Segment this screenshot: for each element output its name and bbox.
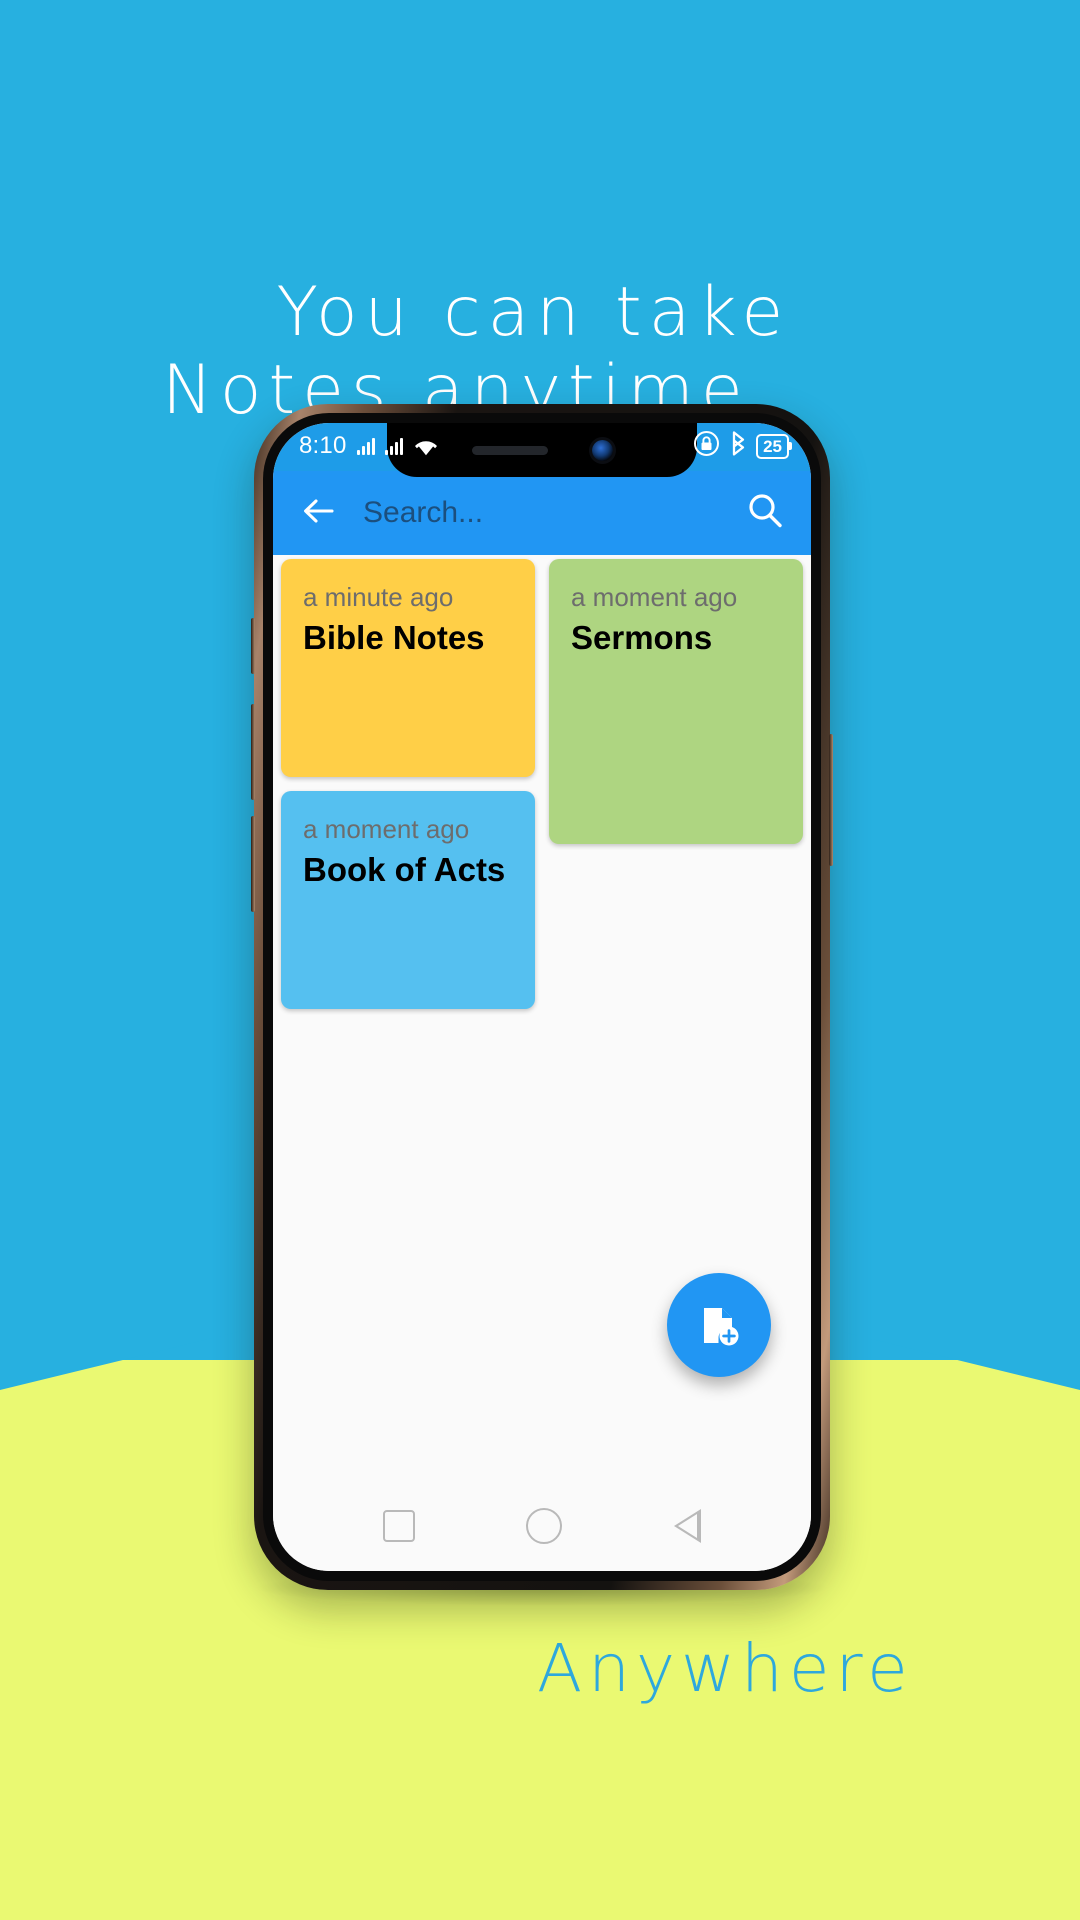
note-timestamp: a minute ago <box>303 582 454 612</box>
phone-mute-switch <box>251 618 255 674</box>
bluetooth-icon <box>728 430 748 463</box>
phone-volume-up-button <box>251 704 255 800</box>
triangle-back-icon[interactable] <box>674 1509 702 1543</box>
note-card[interactable]: a moment ago Book of Acts <box>281 791 535 1009</box>
app-bar: Search... <box>273 471 811 555</box>
android-nav-bar <box>273 1481 811 1571</box>
note-title: Book of Acts <box>303 851 506 888</box>
headline-line-1: You can take <box>276 273 791 352</box>
phone-volume-down-button <box>251 816 255 912</box>
note-card[interactable]: a moment ago Sermons <box>549 559 803 844</box>
add-note-fab[interactable] <box>667 1273 771 1377</box>
notes-column-right: a moment ago Sermons <box>549 559 803 844</box>
search-input[interactable]: Search... <box>363 496 719 530</box>
promo-poster: You can takeNotes anytime Anywhere 8:10 <box>0 0 1080 1920</box>
note-add-icon <box>704 1308 739 1346</box>
phone-mockup: 8:10 25 Search... a minute ago Bible Not… <box>251 404 833 1590</box>
status-bar-right: 25 <box>693 429 792 463</box>
notes-grid: a minute ago Bible Notes a moment ago Bo… <box>281 559 803 1009</box>
phone-power-button <box>829 734 833 866</box>
rotation-lock-icon <box>693 430 720 463</box>
note-timestamp: a moment ago <box>303 814 470 844</box>
notes-list: a minute ago Bible Notes a moment ago Bo… <box>273 555 811 1489</box>
note-title: Sermons <box>571 619 713 656</box>
wifi-icon <box>413 436 439 456</box>
arrow-left-icon[interactable] <box>299 492 337 535</box>
promo-footer-word: Anywhere <box>537 1630 914 1707</box>
earpiece-speaker <box>471 445 548 455</box>
note-timestamp: a moment ago <box>571 582 738 612</box>
circle-home-icon[interactable] <box>526 1508 563 1544</box>
note-card[interactable]: a minute ago Bible Notes <box>281 559 535 777</box>
square-recents-icon[interactable] <box>382 1510 415 1542</box>
notes-column-left: a minute ago Bible Notes a moment ago Bo… <box>281 559 535 1009</box>
phone-screen: 8:10 25 Search... a minute ago Bible Not… <box>273 423 811 1571</box>
status-bar: 8:10 25 <box>273 423 811 477</box>
front-camera <box>591 439 613 461</box>
battery-status-badge: 25 <box>756 433 792 459</box>
search-icon[interactable] <box>745 491 785 536</box>
note-title: Bible Notes <box>303 619 485 656</box>
cell-signal-icon <box>356 437 375 455</box>
status-bar-left: 8:10 <box>299 429 439 463</box>
status-clock: 8:10 <box>299 432 347 459</box>
cell-signal-2-icon <box>384 437 403 455</box>
